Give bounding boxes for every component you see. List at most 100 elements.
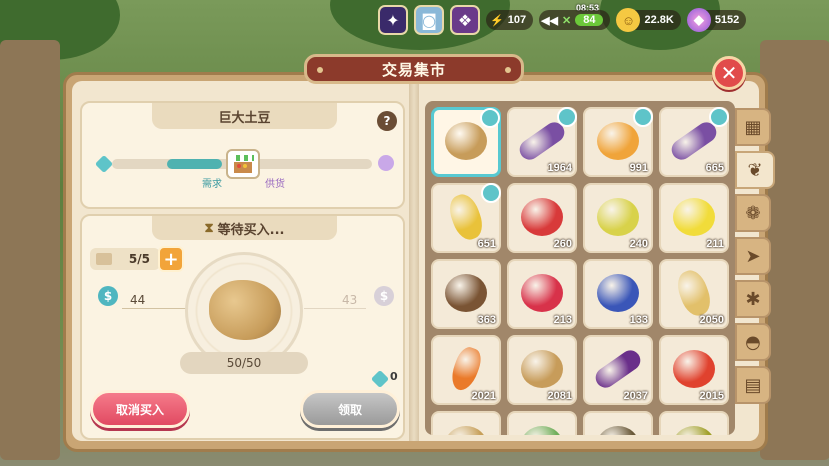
item-count: 260 xyxy=(553,238,572,250)
coin-counter[interactable]: ☺ 22.8K xyxy=(616,8,681,32)
shell-icon: ◓ xyxy=(745,331,761,353)
order-status: ⧗ 等待买入... xyxy=(152,216,337,240)
cube-icon xyxy=(370,369,390,389)
inventory-slot[interactable] xyxy=(659,411,729,435)
camera-icon[interactable]: ◙ xyxy=(414,5,444,35)
inventory-slot[interactable]: 2050 xyxy=(659,259,729,329)
gem-value: 5152 xyxy=(714,14,740,26)
inventory-slot[interactable]: 2015 xyxy=(659,335,729,405)
energy-counter[interactable]: ⚡ 107 xyxy=(486,10,534,30)
tab-misc[interactable]: ▤ xyxy=(735,366,771,404)
tab-livestock[interactable]: ❁ xyxy=(735,194,771,232)
inventory-slot[interactable]: 665 xyxy=(659,107,729,177)
item-count: 240 xyxy=(629,238,648,250)
hourglass-icon: ⧗ xyxy=(204,220,214,236)
item-count: 991 xyxy=(629,162,648,174)
tab-bug[interactable]: ✱ xyxy=(735,280,771,318)
tab-shell[interactable]: ◓ xyxy=(735,323,771,361)
energy-icon: ⚡ xyxy=(490,14,504,27)
inventory-grid: 1964 991 665 651 260 240 211 363 213 133 2050 2021 2… xyxy=(431,107,729,435)
item-count: 651 xyxy=(477,238,496,250)
coconut-icon xyxy=(445,273,487,312)
tab-fish[interactable]: ➤ xyxy=(735,237,771,275)
cube-tag-icon xyxy=(481,183,501,203)
cancel-purchase-button[interactable]: 取消买入 xyxy=(90,390,190,428)
item-icon xyxy=(673,425,715,435)
item-icon xyxy=(521,425,563,435)
stall-icon xyxy=(226,149,260,179)
potato-image xyxy=(209,280,281,340)
close-icon: ✕ xyxy=(720,61,738,85)
character-portrait-icon[interactable]: ✦ xyxy=(378,5,408,35)
help-button[interactable]: ? xyxy=(377,111,397,131)
add-quantity-button[interactable]: + xyxy=(158,246,184,272)
ticket-icon xyxy=(96,253,112,265)
item-icon xyxy=(445,425,487,435)
potato-icon xyxy=(521,349,563,388)
inventory-slot[interactable]: 133 xyxy=(583,259,653,329)
item-count: 2037 xyxy=(623,390,648,402)
gem-counter[interactable]: ◆ 5152 xyxy=(686,8,747,32)
cube-icon xyxy=(94,154,114,174)
inventory-slot[interactable]: 1964 xyxy=(507,107,577,177)
inventory-slot[interactable]: 2021 xyxy=(431,335,501,405)
inventory-slot[interactable]: 240 xyxy=(583,183,653,253)
potato-icon xyxy=(445,121,487,160)
cube-tag-icon xyxy=(633,107,653,127)
inventory-slot[interactable]: 651 xyxy=(431,183,501,253)
tab-grid[interactable]: ▦ xyxy=(735,108,771,146)
top-hud: ✦ ◙ ❖ ⚡ 107 ◀◀ ✕ 84 ☺ 22.8K ◆ 5152 xyxy=(378,4,747,36)
crops-icon: ❦ xyxy=(747,159,763,181)
cube-tag-icon xyxy=(480,108,500,128)
item-count: 133 xyxy=(629,314,648,326)
cube-count: 0 xyxy=(390,370,398,383)
coin-value: 22.8K xyxy=(644,14,674,26)
inventory-slot[interactable] xyxy=(507,411,577,435)
item-icon xyxy=(597,425,639,435)
eggplant-icon xyxy=(591,346,645,392)
inventory-slot[interactable]: 260 xyxy=(507,183,577,253)
sell-price-icon: $ xyxy=(374,286,394,306)
inventory-slot[interactable] xyxy=(583,411,653,435)
inventory-slot[interactable]: 363 xyxy=(431,259,501,329)
inventory-slot[interactable]: 2037 xyxy=(583,335,653,405)
sell-price: 43 xyxy=(342,293,358,307)
inventory-panel: 1964 991 665 651 260 240 211 363 213 133 2050 2021 2… xyxy=(425,101,735,435)
plus-icon: + xyxy=(163,248,179,270)
tomato-icon xyxy=(673,349,715,388)
stamina-counter[interactable]: ◀◀ ✕ 84 xyxy=(539,10,611,30)
gem-icon: ◆ xyxy=(686,8,711,32)
close-button[interactable]: ✕ xyxy=(712,56,746,90)
inventory-slot[interactable] xyxy=(431,411,501,435)
demand-label: 需求 xyxy=(202,179,222,190)
gift-icon[interactable]: ❖ xyxy=(450,5,480,35)
item-count: 1964 xyxy=(547,162,572,174)
item-count: 665 xyxy=(705,162,724,174)
inventory-slot[interactable]: 991 xyxy=(583,107,653,177)
item-count: 2015 xyxy=(699,390,724,402)
item-count: 213 xyxy=(553,314,572,326)
question-icon: ? xyxy=(383,114,391,128)
carrot-icon xyxy=(447,343,485,394)
waiting-label: 等待买入... xyxy=(217,222,285,238)
progress-display: 50/50 xyxy=(180,352,308,374)
inventory-slot[interactable] xyxy=(431,107,501,177)
inventory-slot[interactable]: 2081 xyxy=(507,335,577,405)
inventory-slot[interactable]: 211 xyxy=(659,183,729,253)
misc-icon: ▤ xyxy=(744,374,762,396)
item-count: 211 xyxy=(706,238,724,250)
demand-fill xyxy=(167,159,222,169)
panel-title-banner: 交易集市 xyxy=(304,54,524,84)
apple-icon xyxy=(521,197,563,236)
claim-button[interactable]: 领取 xyxy=(300,390,400,428)
item-count: 2021 xyxy=(471,390,496,402)
item-name: 巨大土豆 xyxy=(152,103,337,129)
speed-icon: ◀◀ xyxy=(541,14,558,27)
coin-icon: ☺ xyxy=(616,8,641,32)
cube-tag-icon xyxy=(557,107,577,127)
supply-label: 供货 xyxy=(265,179,285,190)
inventory-slot[interactable]: 213 xyxy=(507,259,577,329)
stamina-value: 84 xyxy=(575,14,604,26)
tab-crops[interactable]: ❦ xyxy=(735,151,775,189)
supply-icon xyxy=(378,155,394,171)
